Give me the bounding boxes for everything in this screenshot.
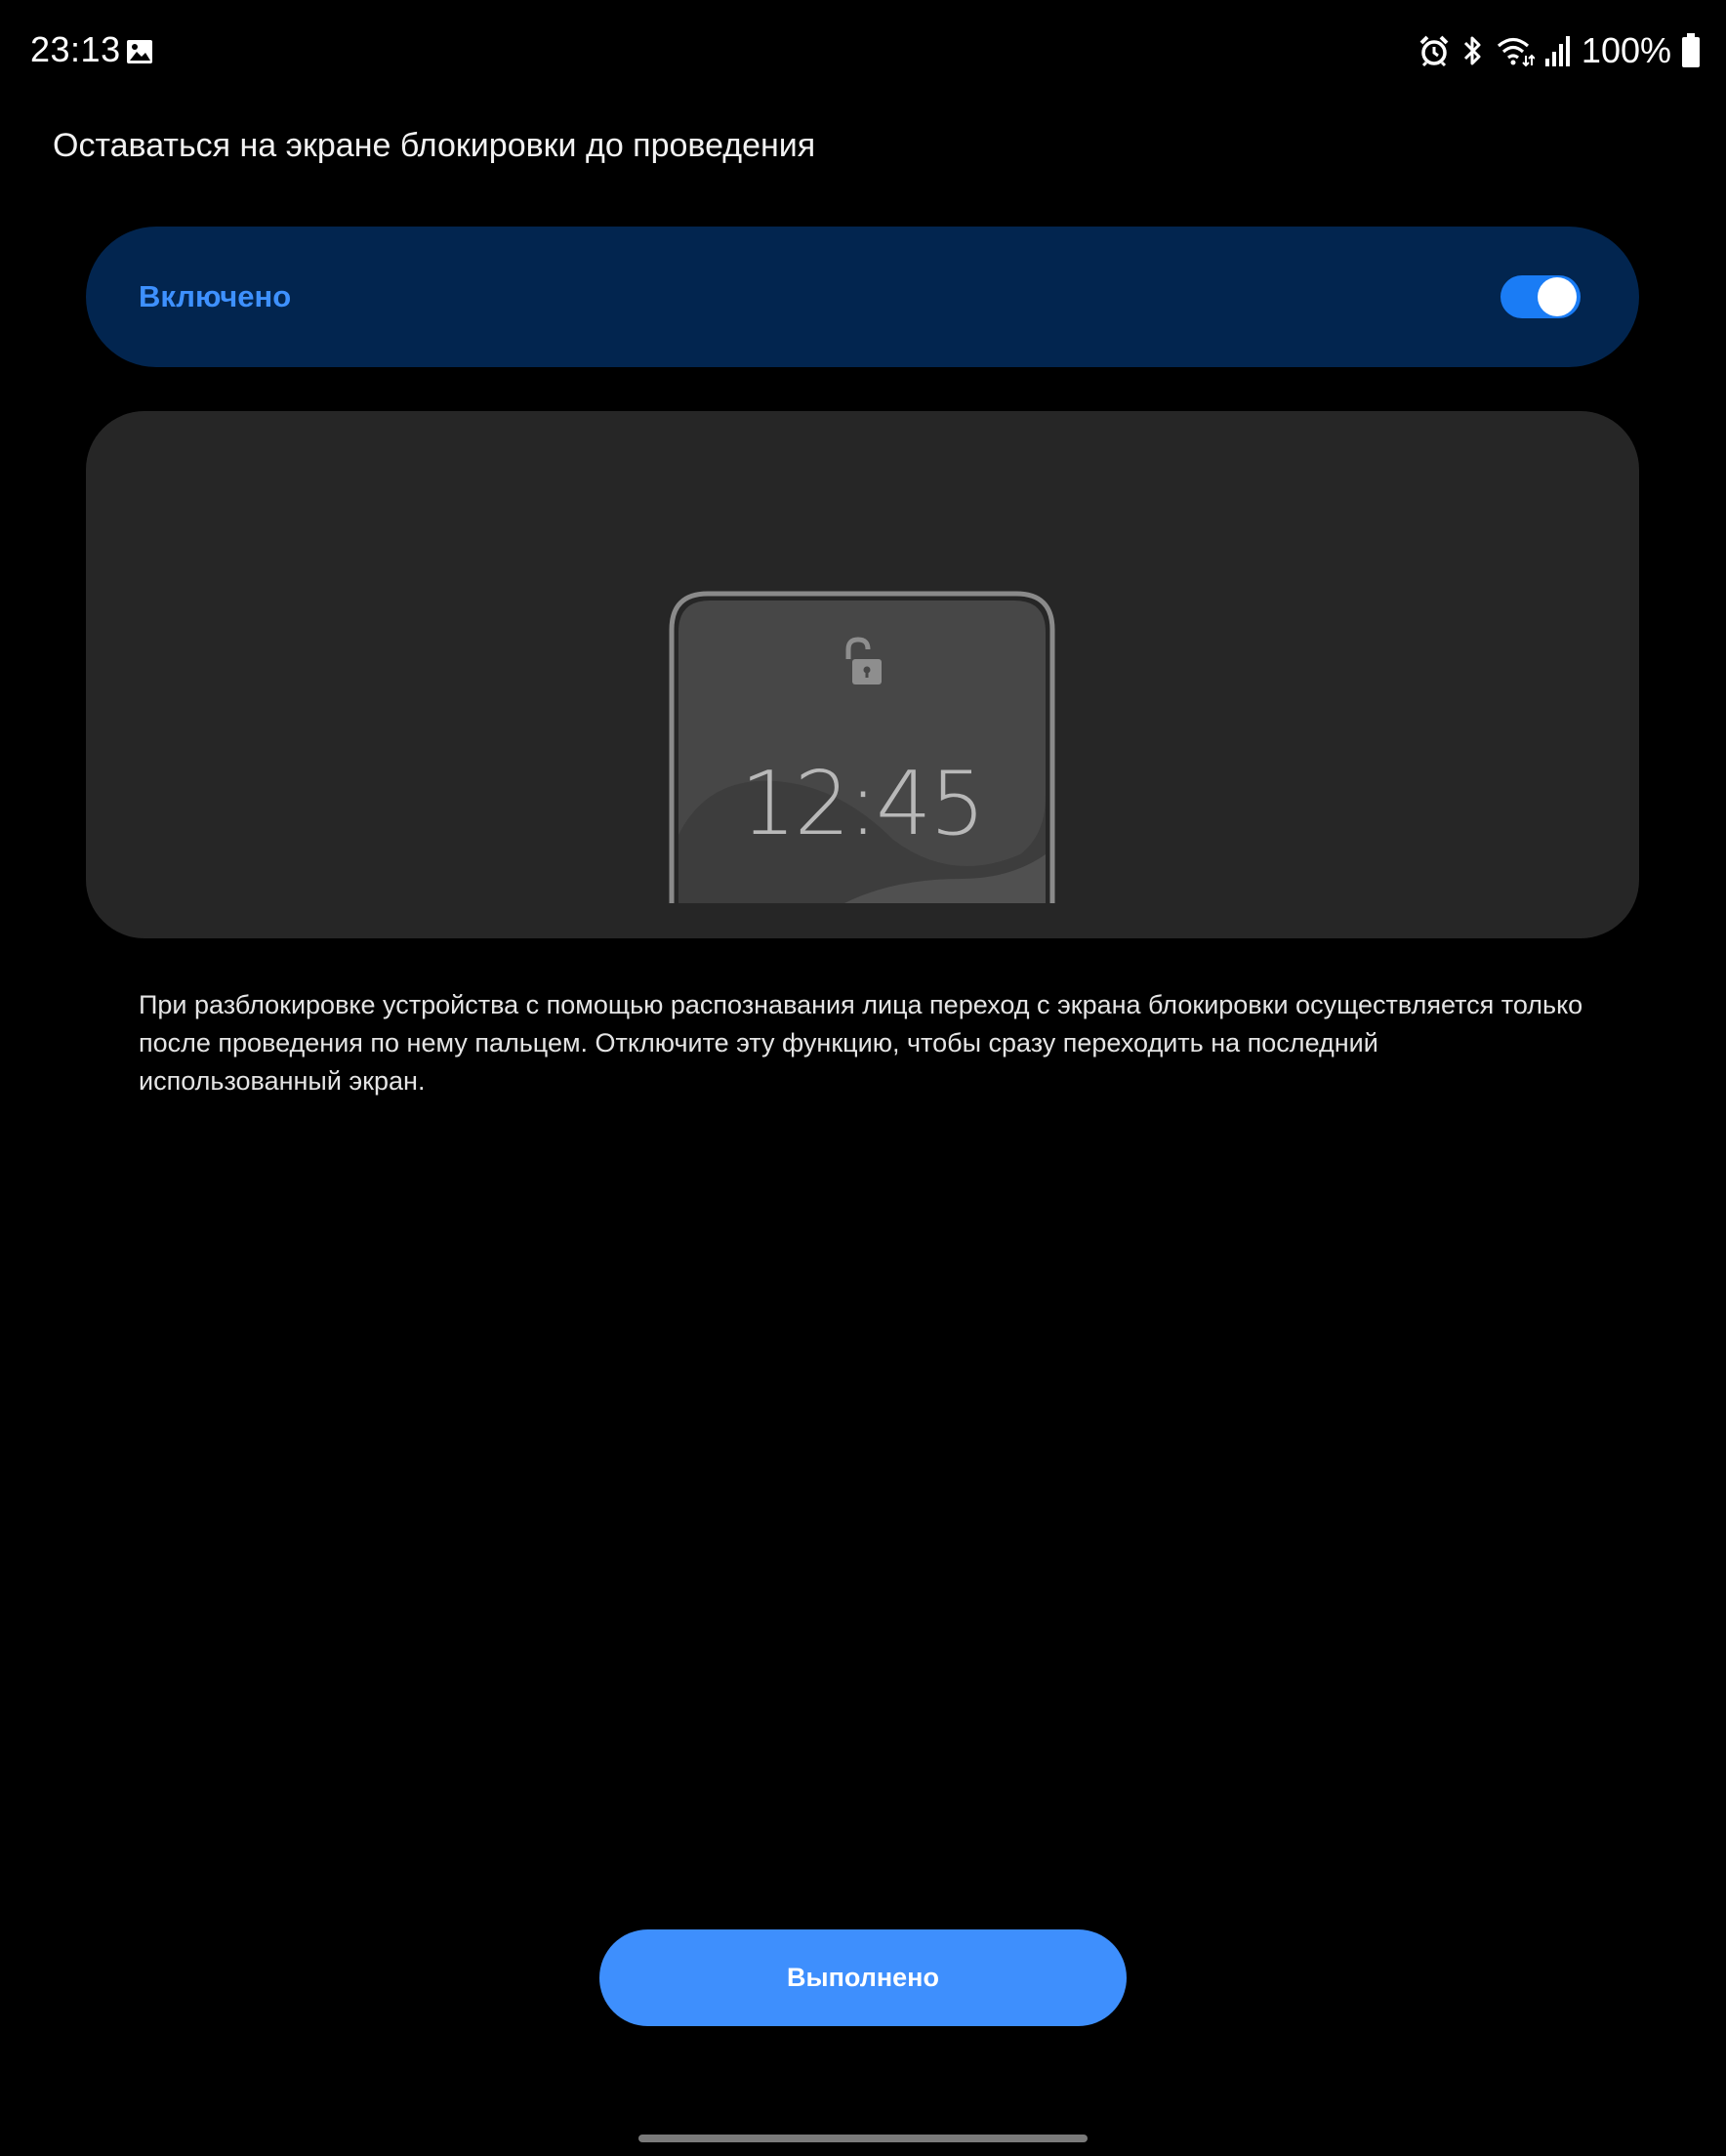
- main-switch-label: Включено: [139, 279, 292, 313]
- main-switch-toggle[interactable]: [1500, 275, 1581, 318]
- battery-percent: 100%: [1581, 30, 1671, 70]
- bluetooth-icon: [1463, 36, 1481, 65]
- signal-icon: [1544, 36, 1570, 66]
- gesture-nav-handle[interactable]: [638, 2135, 1088, 2142]
- gallery-icon: [127, 40, 152, 63]
- wifi-icon: [1497, 37, 1535, 67]
- done-button[interactable]: Выполнено: [599, 1929, 1127, 2026]
- phone-illustration: 12:45: [669, 591, 1055, 903]
- main-switch-bar[interactable]: Включено: [86, 227, 1639, 367]
- status-icons: 100%: [1418, 29, 1701, 72]
- illustration-clock: 12:45: [740, 753, 985, 855]
- illustration-card: 12:45: [86, 411, 1639, 938]
- status-time: 23:13: [30, 29, 121, 69]
- unlocked-padlock-icon: [845, 637, 882, 684]
- battery-icon: [1682, 33, 1700, 67]
- alarm-icon: [1419, 35, 1449, 67]
- page-title: Оставаться на экране блокировки до прове…: [53, 127, 816, 164]
- status-bar: 23:13 100%: [0, 0, 1726, 104]
- toggle-knob: [1538, 277, 1577, 316]
- feature-description: При разблокировке устройства с помощью р…: [139, 990, 1583, 1096]
